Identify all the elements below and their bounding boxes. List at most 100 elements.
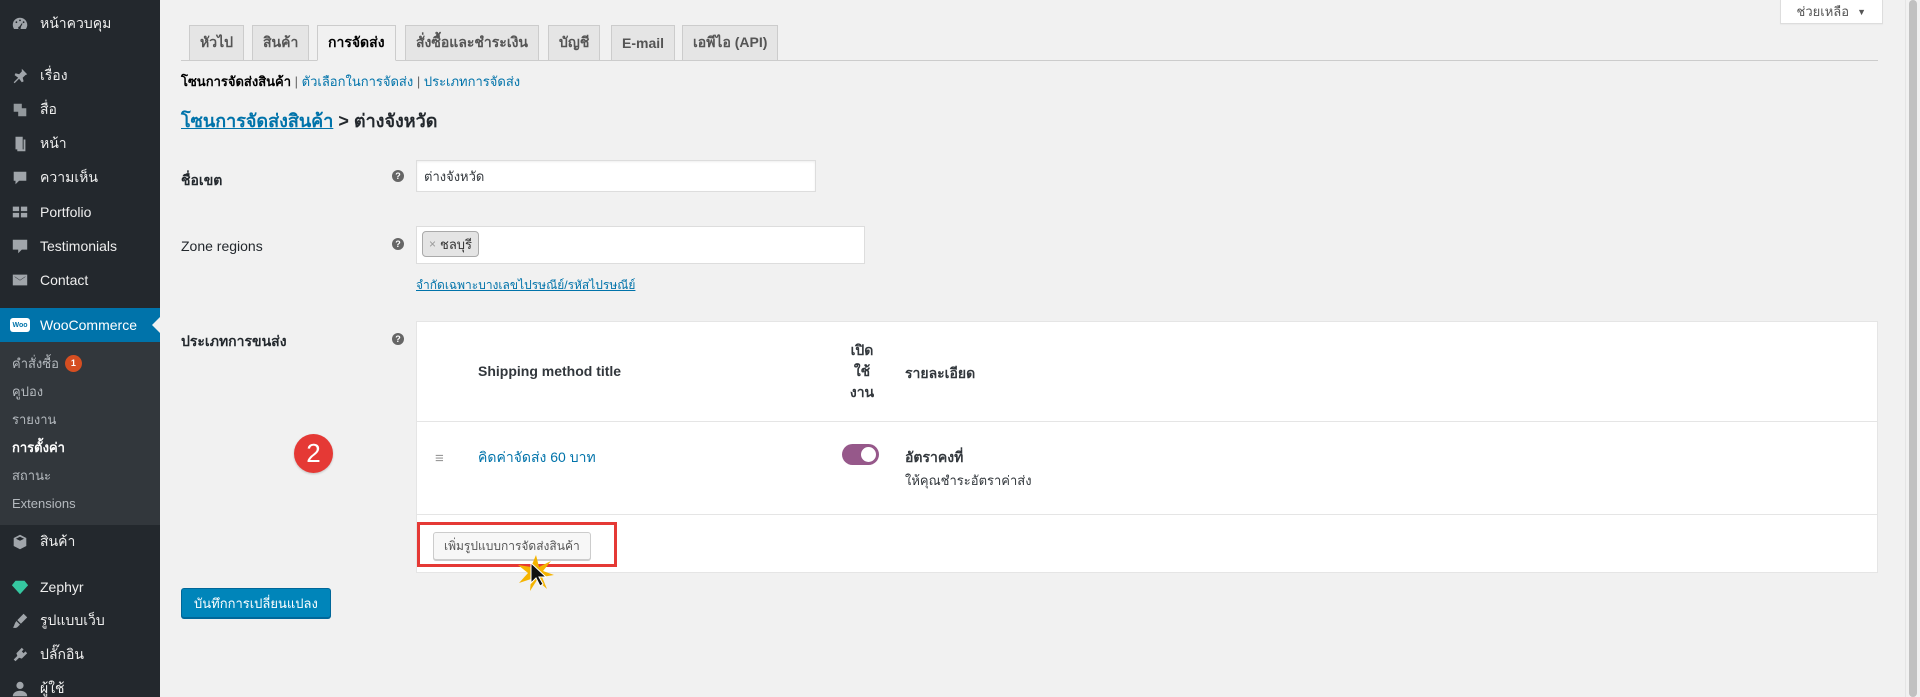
menu-item-label: ผู้ใช้ (40, 680, 65, 696)
toggle-knob (861, 447, 876, 462)
subnav-shipping-zones[interactable]: โซนการจัดส่งสินค้า (181, 74, 291, 89)
menu-item-products[interactable]: สินค้า (0, 525, 160, 559)
menu-item-label: Contact (40, 272, 89, 288)
save-changes-button[interactable]: บันทึกการเปลี่ยนแปลง (181, 588, 331, 618)
menu-item-label: Zephyr (40, 579, 84, 595)
menu-item-appearance[interactable]: รูปแบบเว็บ (0, 604, 160, 638)
submenu-item-label: รายงาน (12, 411, 57, 427)
tab-general[interactable]: หัวไป (189, 25, 245, 61)
col-enabled-header: เปิด ใช้ งาน (849, 342, 875, 400)
menu-item-label: หน้า (40, 135, 67, 151)
scrollbar-thumb[interactable] (1909, 0, 1917, 697)
help-tip-icon[interactable]: ? (392, 238, 404, 250)
submenu-item-label: สถานะ (12, 467, 51, 483)
tab-email[interactable]: E-mail (611, 25, 676, 61)
submenu-item-coupons[interactable]: คูปอง (0, 377, 160, 405)
menu-item-portfolio[interactable]: Portfolio (0, 195, 160, 229)
menu-item-users[interactable]: ผู้ใช้ (0, 672, 160, 697)
zone-regions-select[interactable]: × ชลบุรี (416, 226, 865, 264)
menu-item-label: Portfolio (40, 204, 92, 220)
woocommerce-submenu: คำสั่งซื้อ 1 คูปอง รายงาน การตั้งค่า สถา… (0, 342, 160, 525)
shipping-subnav: โซนการจัดส่งสินค้า | ตัวเลือกในการจัดส่ง… (181, 74, 521, 89)
shipping-methods-label: ประเภทการขนส่ง (181, 333, 287, 349)
dashboard-icon (10, 14, 30, 34)
table-header: Shipping method title เปิด ใช้ งาน รายละ… (417, 322, 1877, 422)
orders-count-badge: 1 (64, 354, 82, 372)
plugin-icon (10, 645, 30, 665)
step-number-badge: 2 (294, 434, 333, 473)
method-title-link[interactable]: คิดค่าจัดส่ง 60 บาท (478, 447, 596, 469)
settings-tabs: หัวไป สินค้า การจัดส่ง สั่งซื้อและชำระเง… (181, 25, 1878, 61)
zone-name-label: ชื่อเขต (181, 172, 223, 188)
tab-api[interactable]: เอพีไอ (API) (682, 25, 779, 61)
enabled-toggle[interactable] (842, 444, 879, 465)
menu-item-label: ความเห็น (40, 169, 98, 185)
submenu-item-extensions[interactable]: Extensions (0, 489, 160, 517)
menu-item-zephyr[interactable]: Zephyr (0, 570, 160, 604)
subnav-shipping-options[interactable]: ตัวเลือกในการจัดส่ง (302, 74, 414, 89)
page-scrollbar[interactable] (1905, 0, 1920, 697)
method-description: ให้คุณชำระอัตราค่าส่ง (905, 473, 1032, 488)
breadcrumb-zone-name: ต่างจังหวัด (353, 111, 438, 131)
menu-item-label: สินค้า (40, 533, 76, 549)
menu-item-label: เรื่อง (40, 67, 68, 83)
submenu-item-status[interactable]: สถานะ (0, 461, 160, 489)
drag-handle-icon[interactable]: ≡ (435, 450, 444, 467)
menu-item-label: หน้าควบคุม (40, 15, 112, 31)
region-chip: × ชลบุรี (422, 231, 480, 257)
submenu-item-label: คำสั่งซื้อ (12, 355, 59, 371)
admin-sidebar: หน้าควบคุม เรื่อง สื่อ หน้า ความเห็น Por… (0, 0, 160, 697)
cursor-click-icon (518, 555, 554, 591)
add-shipping-method-button[interactable]: เพิ่มรูปแบบการจัดส่งสินค้า (433, 532, 591, 560)
limit-postcodes-link[interactable]: จำกัดเฉพาะบางเลขไปรษณีย์/รหัสไปรษณีย์ (416, 276, 635, 295)
submenu-item-reports[interactable]: รายงาน (0, 405, 160, 433)
menu-item-contact[interactable]: Contact (0, 263, 160, 297)
col-description-header: รายละเอียด (905, 365, 976, 381)
tab-checkout[interactable]: สั่งซื้อและชำระเงิน (405, 25, 540, 61)
breadcrumb-zones-link[interactable]: โซนการจัดส่งสินค้า (181, 111, 333, 131)
menu-item-label: สื่อ (40, 101, 57, 117)
menu-item-dashboard[interactable]: หน้าควบคุม (0, 7, 160, 41)
tab-shipping[interactable]: การจัดส่ง (317, 25, 396, 61)
breadcrumb-separator: > (338, 111, 349, 131)
user-icon (10, 679, 30, 697)
region-chip-label: ชลบุรี (440, 236, 473, 252)
submenu-item-label: การตั้งค่า (12, 439, 65, 455)
table-row: ≡ คิดค่าจัดส่ง 60 บาท อัตราคงที่ ให้คุณช… (417, 422, 1877, 515)
menu-item-posts[interactable]: เรื่อง (0, 59, 160, 93)
pin-icon (10, 66, 30, 86)
menu-item-label: Testimonials (40, 238, 118, 254)
woocommerce-logo-icon: Woo (10, 315, 30, 335)
page-title: โซนการจัดส่งสินค้า > ต่างจังหวัด (181, 106, 437, 135)
page-icon (10, 134, 30, 154)
menu-item-plugins[interactable]: ปลั๊กอิน (0, 638, 160, 672)
submenu-item-settings[interactable]: การตั้งค่า (0, 433, 160, 461)
tab-accounts[interactable]: บัญชี (548, 25, 601, 61)
media-icon (10, 100, 30, 120)
method-type: อัตราคงที่ (905, 449, 964, 465)
col-title-header: Shipping method title (478, 363, 622, 379)
appearance-icon (10, 611, 30, 631)
menu-item-label: WooCommerce (40, 317, 137, 333)
submenu-item-orders[interactable]: คำสั่งซื้อ 1 (0, 349, 160, 377)
zone-name-input[interactable]: ต่างจังหวัด (416, 160, 816, 192)
menu-item-pages[interactable]: หน้า (0, 127, 160, 161)
comment-icon (10, 168, 30, 188)
menu-item-woocommerce[interactable]: Woo WooCommerce (0, 308, 160, 342)
shipping-methods-table: Shipping method title เปิด ใช้ งาน รายละ… (416, 321, 1878, 573)
tab-products[interactable]: สินค้า (252, 25, 310, 61)
submenu-item-label: Extensions (12, 495, 76, 511)
subnav-shipping-classes[interactable]: ประเภทการจัดส่ง (424, 74, 520, 89)
help-tip-icon[interactable]: ? (392, 333, 404, 345)
help-tip-icon[interactable]: ? (392, 170, 404, 182)
product-icon (10, 532, 30, 552)
menu-item-media[interactable]: สื่อ (0, 93, 160, 127)
testimonial-icon (10, 236, 30, 256)
portfolio-icon (10, 202, 30, 222)
menu-item-comments[interactable]: ความเห็น (0, 161, 160, 195)
menu-item-testimonials[interactable]: Testimonials (0, 229, 160, 263)
remove-chip-icon[interactable]: × (429, 237, 436, 251)
main-content: หัวไป สินค้า การจัดส่ง สั่งซื้อและชำระเง… (181, 0, 1878, 697)
mail-icon (10, 270, 30, 290)
diamond-icon (10, 577, 30, 597)
